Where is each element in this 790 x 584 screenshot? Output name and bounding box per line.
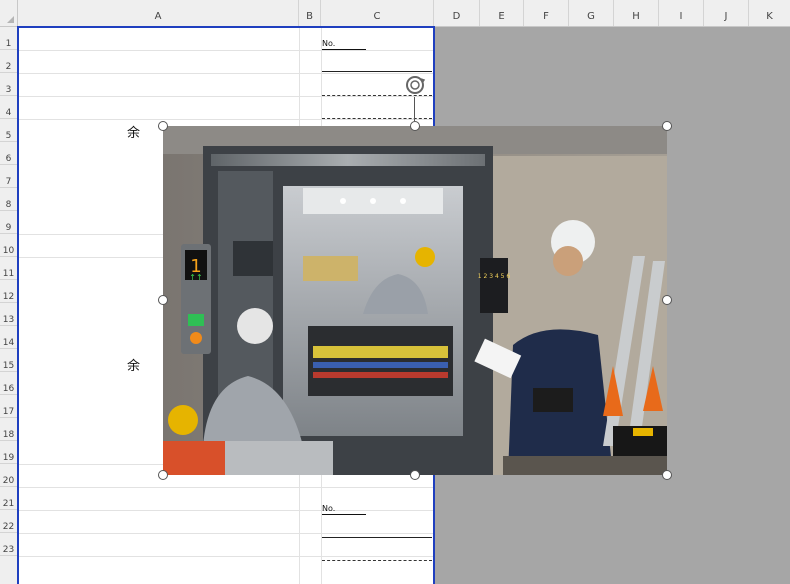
rotation-stem [414, 97, 415, 121]
row-header-21[interactable]: 21 [0, 487, 17, 510]
row-header-14[interactable]: 14 [0, 326, 17, 349]
row-header-22[interactable]: 22 [0, 510, 17, 533]
gridline [18, 50, 433, 51]
column-header-h[interactable]: H [614, 0, 659, 26]
gridline [18, 556, 433, 557]
cell-c1-number-label: No. [322, 39, 366, 50]
panel-arrows: ↑↑ [189, 273, 202, 282]
row-header-5[interactable]: 5 [0, 119, 17, 142]
column-header-e[interactable]: E [480, 0, 524, 26]
panel-buttons: 1 2 3 4 5 6 [478, 273, 511, 280]
row-header-10[interactable]: 10 [0, 234, 17, 257]
rotate-handle-icon[interactable] [403, 73, 427, 97]
row-header-2[interactable]: 2 [0, 50, 17, 73]
select-all-corner[interactable] [0, 0, 18, 26]
row-header-12[interactable]: 12 [0, 280, 17, 303]
row-header-18[interactable]: 18 [0, 418, 17, 441]
cell-a15-text: 余 [127, 359, 141, 374]
dashed-line-c23 [322, 560, 432, 561]
resize-handle-top-left[interactable] [158, 121, 168, 131]
underline-c22 [322, 537, 432, 538]
row-header-19[interactable]: 19 [0, 441, 17, 464]
row-header-13[interactable]: 13 [0, 303, 17, 326]
row-header-11[interactable]: 11 [0, 257, 17, 280]
row-header-23[interactable]: 23 [0, 533, 17, 556]
gridline [18, 119, 433, 120]
row-header-20[interactable]: 20 [0, 464, 17, 487]
row-header-3[interactable]: 3 [0, 73, 17, 96]
resize-handle-left[interactable] [158, 295, 168, 305]
dashed-line-c4 [322, 118, 432, 119]
gridline [18, 96, 433, 97]
photo-elevator-maintenance-icon: 1 ↑↑ 1 2 3 4 5 6 [163, 126, 667, 475]
column-header-c[interactable]: C [321, 0, 434, 26]
column-header-g[interactable]: G [569, 0, 614, 26]
row-header-9[interactable]: 9 [0, 211, 17, 234]
resize-handle-bottom-right[interactable] [662, 470, 672, 480]
gridline [18, 510, 433, 511]
row-header-7[interactable]: 7 [0, 165, 17, 188]
row-header-16[interactable]: 16 [0, 372, 17, 395]
resize-handle-top-right[interactable] [662, 121, 672, 131]
column-header-d[interactable]: D [434, 0, 480, 26]
column-header-f[interactable]: F [524, 0, 569, 26]
cell-a5-text: 余 [127, 126, 141, 141]
column-header-a[interactable]: A [18, 0, 299, 26]
row-header-4[interactable]: 4 [0, 96, 17, 119]
column-header-i[interactable]: I [659, 0, 704, 26]
inserted-photo[interactable]: 1 ↑↑ 1 2 3 4 5 6 [163, 126, 667, 475]
gridline [18, 533, 433, 534]
page-break-top [17, 26, 435, 28]
column-header-j[interactable]: J [704, 0, 749, 26]
row-header-8[interactable]: 8 [0, 188, 17, 211]
resize-handle-top[interactable] [410, 121, 420, 131]
page-break-left [17, 26, 19, 584]
column-header-k[interactable]: K [749, 0, 790, 26]
row-header-bar: 1 2 3 4 5 6 7 8 9 10 11 12 13 14 15 16 1… [0, 27, 18, 584]
row-header-17[interactable]: 17 [0, 395, 17, 418]
gridline [18, 487, 433, 488]
row-header-1[interactable]: 1 [0, 27, 17, 50]
resize-handle-bottom-left[interactable] [158, 470, 168, 480]
resize-handle-bottom[interactable] [410, 470, 420, 480]
column-header-b[interactable]: B [299, 0, 321, 26]
row-header-15[interactable]: 15 [0, 349, 17, 372]
resize-handle-right[interactable] [662, 295, 672, 305]
cell-c21-number-label: No. [322, 504, 366, 515]
column-header-bar: A B C D E F G H I J K [0, 0, 790, 27]
underline-c2 [322, 71, 432, 72]
gridline [18, 73, 433, 74]
row-header-6[interactable]: 6 [0, 142, 17, 165]
